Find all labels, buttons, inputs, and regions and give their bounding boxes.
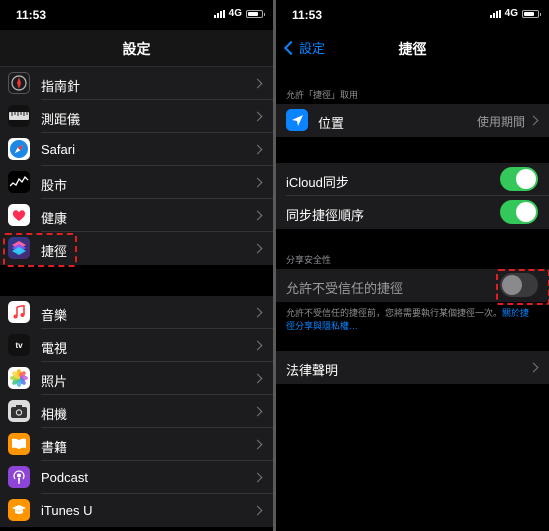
sync-order-setting: 同步捷徑順序 (276, 196, 549, 229)
signal-icon (213, 9, 225, 18)
chevron-right-icon (252, 144, 263, 155)
highlight-box-toggle (496, 269, 549, 305)
chevron-right-icon (252, 78, 263, 89)
battery-icon (522, 9, 541, 18)
podcast-icon (8, 466, 30, 488)
settings-item-label: 健康 (41, 211, 68, 226)
safari-icon (8, 138, 30, 160)
settings-item-label: 照片 (41, 374, 68, 389)
settings-item-photos[interactable]: 照片 (0, 362, 273, 395)
section-header-security: 分享安全性 (286, 255, 332, 265)
chevron-right-icon (252, 243, 263, 254)
footnote-text: 允許不受信任的捷徑前，您將需要執行某個捷徑一次。 (286, 308, 503, 318)
legal-notices-item[interactable]: 法律聲明 (276, 351, 549, 384)
icloud-sync-label: iCloud同步 (286, 175, 349, 190)
settings-item-label: 測距儀 (41, 112, 81, 127)
chevron-right-icon (252, 472, 263, 483)
status-time: 11:53 (292, 8, 323, 22)
sync-order-toggle[interactable] (500, 200, 538, 224)
battery-icon (246, 9, 265, 18)
chevron-right-icon (252, 505, 263, 516)
chevron-right-icon (252, 210, 263, 221)
camera-icon (8, 400, 30, 422)
settings-item-books[interactable]: 書籍 (0, 428, 273, 461)
section-header-access: 允許「捷徑」取用 (286, 90, 359, 100)
stocks-icon (8, 171, 30, 193)
settings-item-music[interactable]: 音樂 (0, 296, 273, 329)
page-title: 捷徑 (398, 41, 427, 57)
nav-bar: 設定 (0, 30, 273, 67)
music-icon (8, 301, 30, 323)
access-group: 位置 使用期間 (276, 104, 549, 137)
compass-icon (8, 72, 30, 94)
settings-item-label: 指南針 (41, 79, 81, 94)
settings-item-label: 電視 (41, 341, 68, 356)
status-time: 11:53 (16, 8, 47, 22)
chevron-right-icon (252, 111, 263, 122)
settings-item-tv[interactable]: tv 電視 (0, 329, 273, 362)
nav-bar: 設定 捷徑 (276, 30, 549, 66)
location-arrow-icon (286, 109, 308, 131)
settings-item-label: 股市 (41, 178, 68, 193)
icloud-sync-toggle[interactable] (500, 167, 538, 191)
location-setting[interactable]: 位置 使用期間 (276, 104, 549, 137)
settings-item-camera[interactable]: 相機 (0, 395, 273, 428)
chevron-right-icon (252, 307, 263, 318)
settings-item-label: Podcast (41, 470, 88, 485)
settings-item-health[interactable]: 健康 (0, 199, 273, 232)
chevron-right-icon (252, 340, 263, 351)
location-label: 位置 (318, 116, 345, 131)
legal-group: 法律聲明 (276, 351, 549, 384)
settings-item-measure[interactable]: 測距儀 (0, 100, 273, 133)
status-bar: 11:53 4G (0, 0, 273, 30)
signal-icon (489, 9, 501, 18)
settings-item-safari[interactable]: Safari (0, 133, 273, 166)
settings-item-compass[interactable]: 指南針 (0, 67, 273, 100)
settings-item-label: 相機 (41, 407, 68, 422)
icloud-sync-setting: iCloud同步 (276, 163, 549, 196)
settings-screen: 11:53 4G 設定 指南針 測距儀 Safari 股市 健康 捷徑 音樂 t… (0, 0, 273, 531)
security-footnote: 允許不受信任的捷徑前，您將需要執行某個捷徑一次。關於捷徑分享與隱私權… (286, 307, 535, 333)
books-icon (8, 433, 30, 455)
chevron-right-icon (528, 362, 539, 373)
legal-label: 法律聲明 (286, 363, 339, 378)
network-label: 4G (228, 8, 242, 19)
chevron-right-icon (252, 373, 263, 384)
network-label: 4G (504, 8, 518, 19)
health-icon (8, 204, 30, 226)
shortcuts-settings-screen: 11:53 4G 設定 捷徑 允許「捷徑」取用 位置 使用期間 iCloud同步 (276, 0, 549, 531)
settings-group-2: 音樂 tv 電視 照片 相機 書籍 Podcast iTunes U (0, 296, 273, 527)
settings-item-label: 書籍 (41, 440, 68, 455)
page-title: 設定 (122, 41, 151, 57)
settings-item-label: iTunes U (41, 503, 93, 518)
chevron-right-icon (252, 439, 263, 450)
settings-item-label: Safari (41, 142, 75, 157)
highlight-box-shortcuts (3, 233, 77, 267)
location-value: 使用期間 (476, 115, 525, 129)
chevron-right-icon (252, 177, 263, 188)
sync-order-label: 同步捷徑順序 (286, 208, 365, 223)
settings-item-stocks[interactable]: 股市 (0, 166, 273, 199)
photos-icon (8, 367, 30, 389)
sync-group: iCloud同步 同步捷徑順序 (276, 163, 549, 229)
settings-item-itunes-u[interactable]: iTunes U (0, 494, 273, 527)
chevron-right-icon (528, 115, 539, 126)
settings-item-podcast[interactable]: Podcast (0, 461, 273, 494)
status-bar: 11:53 4G (276, 0, 549, 30)
chevron-right-icon (252, 406, 263, 417)
untrusted-shortcuts-label: 允許不受信任的捷徑 (286, 281, 404, 296)
settings-item-label: 音樂 (41, 308, 68, 323)
measure-icon (8, 105, 30, 127)
itunes-u-icon (8, 499, 30, 521)
tv-icon: tv (8, 334, 30, 356)
